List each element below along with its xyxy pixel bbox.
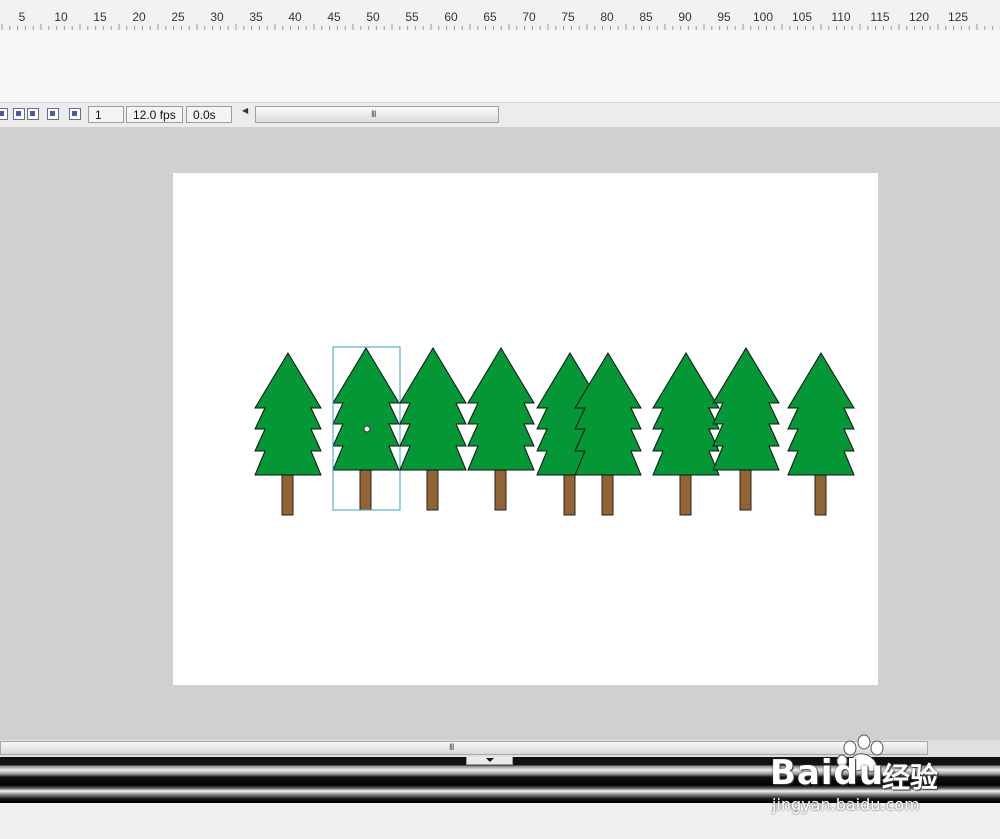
tree-trunk bbox=[426, 465, 439, 511]
stage-artwork bbox=[254, 346, 855, 516]
tree-crown bbox=[652, 352, 720, 476]
tree-crown bbox=[332, 347, 400, 471]
watermark-url: jingyan.baidu.com bbox=[772, 795, 920, 814]
tree-trunk bbox=[739, 465, 752, 511]
pine-tree[interactable] bbox=[787, 352, 855, 516]
tree-crown bbox=[787, 352, 855, 476]
tree-trunk bbox=[359, 465, 372, 511]
tree-trunk bbox=[563, 470, 576, 516]
pine-tree[interactable] bbox=[652, 352, 720, 516]
tree-trunk bbox=[679, 470, 692, 516]
scroll-grip[interactable]: III bbox=[449, 742, 454, 752]
tree-crown bbox=[254, 352, 322, 476]
tree-crown bbox=[574, 352, 642, 476]
watermark-brand: Baidu bbox=[770, 753, 885, 793]
transform-point-icon[interactable] bbox=[363, 425, 371, 433]
watermark-cn: 经验 bbox=[882, 761, 939, 794]
pine-tree[interactable] bbox=[712, 347, 780, 511]
tree-trunk bbox=[494, 465, 507, 511]
tree-crown bbox=[712, 347, 780, 471]
pine-tree[interactable] bbox=[467, 347, 535, 511]
tree-crown bbox=[399, 347, 467, 471]
tree-trunk bbox=[601, 470, 614, 516]
tree-crown bbox=[467, 347, 535, 471]
pine-tree[interactable] bbox=[399, 347, 467, 511]
panel-collapse-tab[interactable] bbox=[466, 757, 513, 765]
tree-trunk bbox=[281, 470, 294, 516]
tree-trunk bbox=[814, 470, 827, 516]
pine-tree[interactable] bbox=[254, 352, 322, 516]
